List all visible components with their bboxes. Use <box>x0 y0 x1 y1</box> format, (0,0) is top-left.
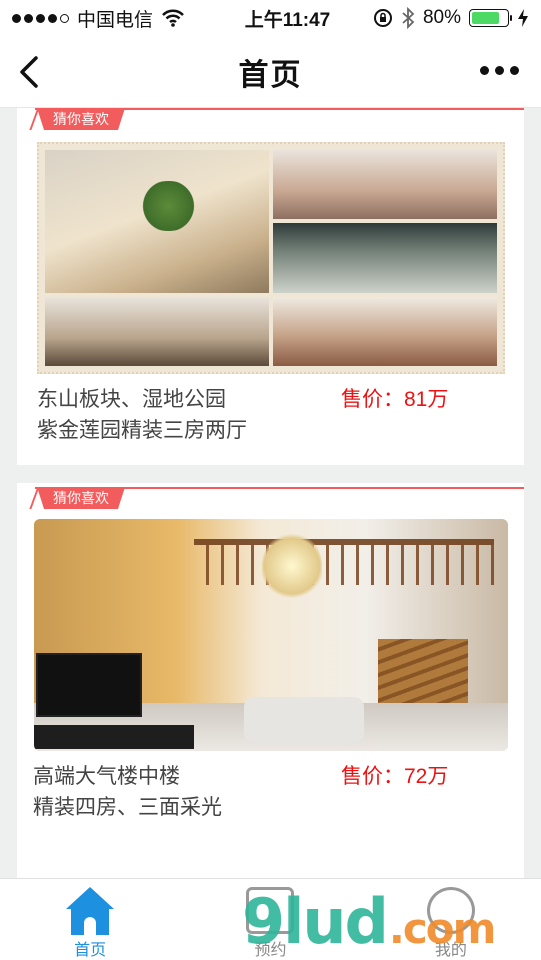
more-icon[interactable] <box>480 66 519 75</box>
bluetooth-icon <box>402 7 415 29</box>
listing-photo[interactable] <box>37 142 505 374</box>
user-icon <box>426 887 475 934</box>
rotation-lock-icon <box>373 9 392 27</box>
listing-price: 售价：81万 <box>341 388 449 411</box>
listing-price: 售价：72万 <box>341 765 449 788</box>
tab-mine[interactable]: 我的 <box>361 879 541 960</box>
wifi-icon <box>162 9 184 27</box>
carrier-label: 中国电信 <box>77 9 154 31</box>
back-icon[interactable] <box>16 54 46 90</box>
tab-label: 预约 <box>254 942 287 959</box>
tab-bar: 首页 预约 我的 <box>0 878 541 960</box>
listing-description: 紫金莲园精装三房两厅 <box>37 419 247 442</box>
listing-feed[interactable]: 猜你喜欢 东山板块、湿地公园 紫金莲园精装三房两厅 售价：81万 猜你喜欢 高端… <box>0 108 541 878</box>
listing-location: 高端大气楼中楼 <box>33 765 180 788</box>
recommend-tag: 猜你喜欢 <box>37 487 125 509</box>
listing-photo[interactable] <box>34 519 508 751</box>
battery-icon <box>469 9 512 27</box>
charging-icon <box>518 9 528 27</box>
listing-info: 高端大气楼中楼 精装四房、三面采光 <box>33 761 222 823</box>
listing-description: 精装四房、三面采光 <box>33 796 222 819</box>
tab-appointment[interactable]: 预约 <box>180 879 360 960</box>
status-bar: 中国电信 上午11:47 80% <box>0 0 541 36</box>
tab-home[interactable]: 首页 <box>0 879 180 960</box>
recommend-tag: 猜你喜欢 <box>37 108 125 130</box>
calendar-icon <box>246 887 295 934</box>
listing-card[interactable]: 猜你喜欢 高端大气楼中楼 精装四房、三面采光 售价：72万 <box>17 483 524 878</box>
home-icon <box>66 887 115 935</box>
tab-label: 首页 <box>74 942 107 959</box>
listing-location: 东山板块、湿地公园 <box>37 388 226 411</box>
battery-percent: 80% <box>422 7 461 28</box>
status-left: 中国电信 <box>12 5 212 32</box>
status-right: 80% <box>373 7 529 29</box>
listing-card[interactable]: 猜你喜欢 东山板块、湿地公园 紫金莲园精装三房两厅 售价：81万 <box>17 108 524 465</box>
tab-label: 我的 <box>434 942 467 959</box>
signal-icon <box>12 13 69 23</box>
nav-bar: 首页 <box>0 36 541 108</box>
listing-info: 东山板块、湿地公园 紫金莲园精装三房两厅 <box>37 384 247 446</box>
page-title: 首页 <box>238 58 303 92</box>
status-time: 上午11:47 <box>244 9 331 31</box>
